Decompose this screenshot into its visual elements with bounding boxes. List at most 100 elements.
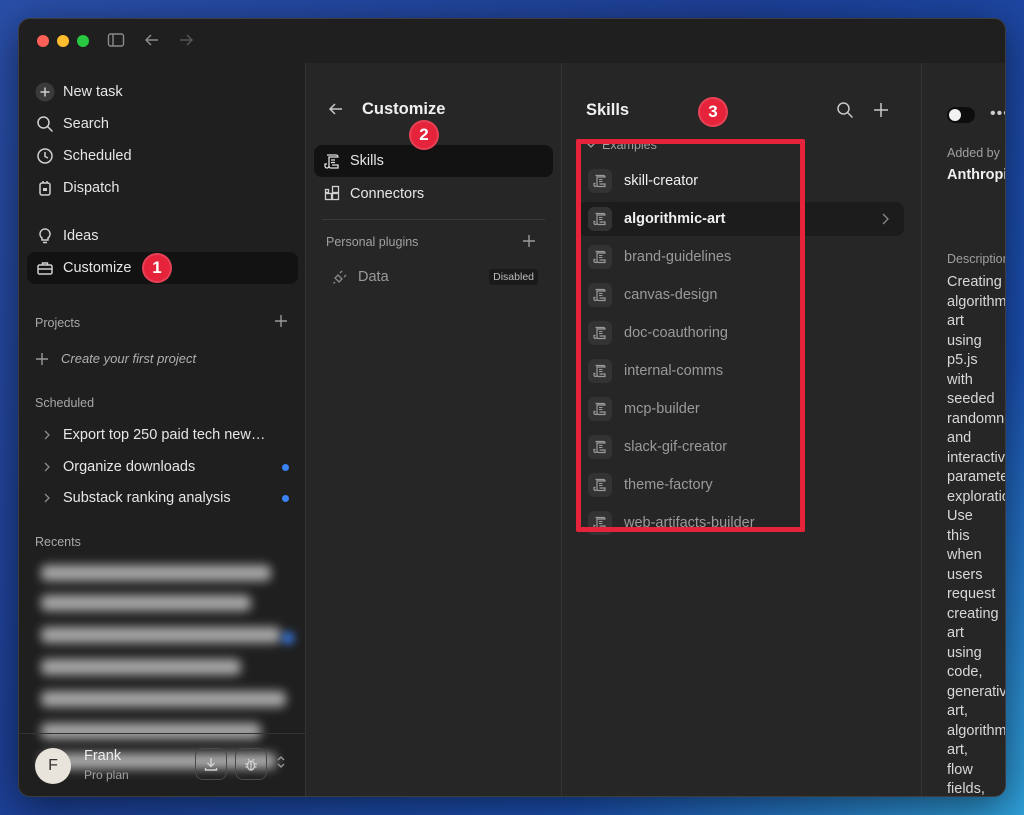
description-word: algorithmic — [947, 293, 1006, 310]
search-nav-item[interactable]: Search — [27, 108, 298, 140]
back-arrow-icon[interactable] — [143, 31, 161, 54]
enable-toggle[interactable] — [947, 107, 975, 123]
skill-item[interactable]: slack-gif-creator — [578, 430, 904, 464]
scheduled-nav-item[interactable]: Scheduled — [27, 140, 298, 172]
skill-item[interactable]: theme-factory — [578, 468, 904, 502]
disabled-badge: Disabled — [489, 269, 538, 285]
examples-group-toggle[interactable]: Examples — [586, 138, 657, 152]
description-word: interactive — [947, 449, 1006, 466]
user-name: Frank — [84, 748, 122, 764]
user-footer: F Frank Pro plan — [19, 733, 306, 796]
skill-item[interactable]: skill-creator — [578, 164, 904, 198]
skill-item[interactable]: mcp-builder — [578, 392, 904, 426]
more-options-icon[interactable]: ••• — [990, 105, 1005, 123]
scheduled-item[interactable]: Substack ranking analysis — [31, 484, 301, 512]
description-word: request — [947, 586, 996, 602]
user-plan: Pro plan — [84, 768, 129, 782]
scroll-icon — [588, 435, 612, 459]
description-word: art — [947, 313, 964, 329]
skills-nav-item[interactable]: Skills — [314, 145, 553, 177]
skill-item-label: theme-factory — [624, 477, 713, 493]
forward-arrow-icon[interactable] — [177, 31, 195, 54]
skill-item[interactable]: doc-coauthoring — [578, 316, 904, 350]
chevron-right-icon — [31, 493, 63, 503]
skill-item-label: doc-coauthoring — [624, 325, 728, 341]
search-icon[interactable] — [836, 101, 854, 119]
annotation-badge-2: 2 — [409, 120, 439, 150]
skill-item-label: slack-gif-creator — [624, 439, 728, 455]
added-by-label: Added by — [947, 146, 1000, 160]
scheduled-item-label: Export top 250 paid tech new… — [63, 427, 266, 443]
dispatch-label: Dispatch — [63, 180, 120, 196]
chevron-right-icon — [880, 213, 890, 225]
close-window-button[interactable] — [37, 35, 49, 47]
description-word: seeded — [947, 391, 995, 407]
scroll-icon — [314, 152, 350, 170]
annotation-badge-1: 1 — [142, 253, 172, 283]
unread-dot — [282, 494, 289, 502]
avatar[interactable]: F — [35, 748, 71, 784]
connectors-nav-item[interactable]: Connectors — [314, 178, 553, 210]
lightbulb-icon — [27, 227, 63, 245]
add-skill-plus-icon[interactable] — [873, 102, 889, 118]
back-arrow-icon[interactable] — [328, 101, 344, 117]
description-word: with — [947, 371, 973, 388]
scroll-icon — [588, 397, 612, 421]
scroll-icon — [588, 207, 612, 231]
clock-icon — [27, 147, 63, 165]
dispatch-nav-item[interactable]: Dispatch — [27, 172, 298, 204]
skill-item[interactable]: brand-guidelines — [578, 240, 904, 274]
new-task-label: New task — [63, 84, 123, 100]
search-label: Search — [63, 116, 109, 132]
dispatch-icon — [27, 179, 63, 197]
connectors-label: Connectors — [350, 186, 425, 202]
scroll-icon — [588, 169, 612, 193]
minimize-window-button[interactable] — [57, 35, 69, 47]
description-word: using — [947, 644, 982, 661]
divider — [322, 219, 545, 220]
app-window: New task Search Scheduled Dispatch Ideas — [18, 18, 1006, 797]
data-plugin-label: Data — [358, 269, 389, 285]
description-word: art, — [947, 742, 968, 758]
zoom-window-button[interactable] — [77, 35, 89, 47]
search-icon — [27, 115, 63, 133]
scroll-icon — [588, 321, 612, 345]
plug-icon — [322, 269, 358, 285]
sidebar-toggle-icon[interactable] — [107, 31, 125, 54]
description-word: algorithmic — [947, 722, 1006, 739]
ideas-nav-item[interactable]: Ideas — [27, 220, 298, 252]
skills-label: Skills — [350, 153, 384, 169]
description-word: and — [947, 430, 972, 446]
description-word: flow — [947, 761, 973, 778]
download-button[interactable] — [195, 748, 227, 780]
description-label: Description — [947, 252, 1006, 266]
data-plugin-item[interactable]: Data Disabled — [322, 263, 545, 291]
scroll-icon — [588, 473, 612, 497]
skill-item[interactable]: algorithmic-art — [578, 202, 904, 236]
plus-circle-icon — [27, 82, 63, 102]
new-task-button[interactable]: New task — [27, 76, 298, 108]
create-project-button[interactable]: Create your first project — [35, 351, 196, 366]
skill-item[interactable]: web-artifacts-builder — [578, 506, 904, 540]
skills-panel: Skills Examples skill-creator algorithmic… — [562, 63, 922, 796]
skill-item[interactable]: internal-comms — [578, 354, 904, 388]
download-icon — [203, 756, 219, 772]
description-word: Use — [947, 508, 973, 524]
description-word: parameter — [947, 469, 1005, 485]
unread-dot — [282, 463, 289, 471]
chevron-down-icon — [586, 140, 596, 150]
scroll-icon — [588, 283, 612, 307]
chevron-up-down-icon[interactable] — [276, 754, 286, 770]
add-plugin-plus-icon[interactable] — [522, 234, 536, 248]
scheduled-item[interactable]: Export top 250 paid tech new… — [31, 421, 301, 449]
scheduled-item[interactable]: Organize downloads — [31, 453, 301, 481]
skill-item[interactable]: canvas-design — [578, 278, 904, 312]
bug-report-button[interactable] — [235, 748, 267, 780]
skill-item-label: internal-comms — [624, 363, 724, 379]
added-by-value: Anthropic — [947, 167, 1005, 183]
add-project-plus-icon[interactable] — [274, 312, 288, 333]
description-word: this — [947, 527, 970, 544]
scroll-icon — [588, 359, 612, 383]
description-text: Creating algorithmic art using p5.js with seed… — [947, 273, 1006, 796]
skill-item-label: mcp-builder — [624, 401, 700, 417]
